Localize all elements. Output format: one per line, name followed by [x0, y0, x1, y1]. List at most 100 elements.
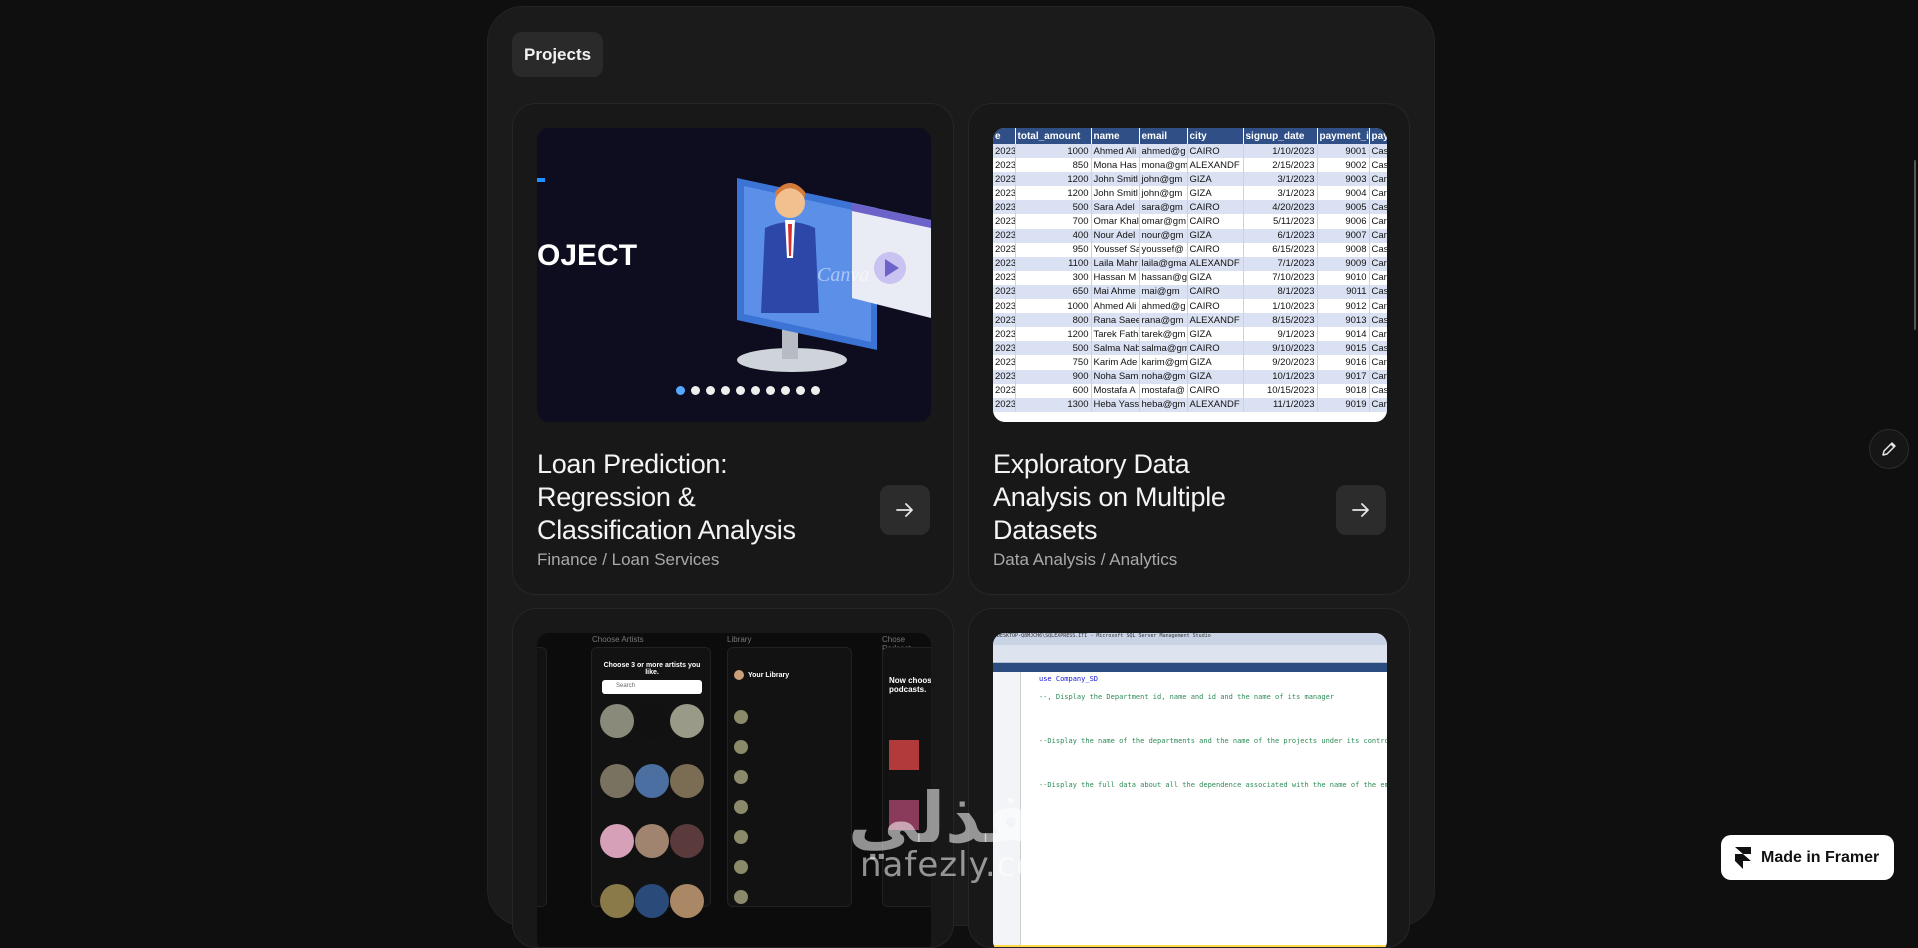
- sheet-cell: 1100: [1015, 256, 1092, 271]
- sheet-cell: 9011: [1317, 284, 1370, 300]
- spreadsheet-preview: e total_amount name email city signup_date pay…: [993, 128, 1387, 422]
- carousel-dot[interactable]: [781, 386, 790, 395]
- sheet-cell: Cas: [1369, 284, 1387, 300]
- sheet-cell: 700: [1015, 214, 1092, 229]
- sheet-row: 2023 950 Youssef Sa youssef@ CAIRO 6/15/2023 9…: [993, 242, 1387, 257]
- sheet-cell: 4/20/2023: [1243, 200, 1318, 215]
- sheet-cell: mai@gm: [1139, 284, 1188, 300]
- sheet-cell: GIZA: [1187, 355, 1244, 370]
- sheet-cell: Mona Has: [1091, 158, 1140, 173]
- sheet-row: 2023 300 Hassan Mhassan@g GIZA 7/10/2023 9010…: [993, 270, 1387, 285]
- carousel-dot[interactable]: [706, 386, 715, 395]
- sheet-cell: Rana Saee: [1091, 313, 1140, 328]
- sheet-cell: 2023: [993, 341, 1016, 356]
- sheet-cell: nour@gm: [1139, 228, 1188, 243]
- sheet-cell: CAIRO: [1187, 299, 1244, 314]
- sheet-cell: 2023: [993, 355, 1016, 370]
- sheet-cell: Karim Ade: [1091, 355, 1140, 370]
- edit-button[interactable]: [1869, 429, 1909, 469]
- sheet-cell: 9017: [1317, 369, 1370, 384]
- sheet-cell: 500: [1015, 341, 1092, 356]
- sheet-cell: hassan@g: [1139, 270, 1188, 285]
- carousel-dot[interactable]: [736, 386, 745, 395]
- sheet-cell: 3/1/2023: [1243, 172, 1318, 187]
- sql-line: FROM Departments D JOIN Employee E: [1039, 710, 1183, 719]
- sheet-cell: 600: [1015, 383, 1092, 398]
- carousel-dot[interactable]: [766, 386, 775, 395]
- sheet-cell: noha@gm: [1139, 369, 1188, 384]
- sql-code: use Company_SD --, Display the Department…: [1039, 675, 1387, 816]
- sheet-cell: GIZA: [1187, 270, 1244, 285]
- sheet-cell: 1000: [1015, 299, 1092, 314]
- sheet-cell: 9003: [1317, 172, 1370, 187]
- arrow-right-icon: [896, 503, 913, 517]
- scrollbar-thumb[interactable]: [1914, 160, 1916, 330]
- project-card-eda[interactable]: e total_amount name email city signup_date pay…: [968, 103, 1410, 595]
- project-card-loan-prediction[interactable]: OJECT Canva Loan Prediction: Regression …: [512, 103, 954, 595]
- sql-line: SELECT D.Dnum,D.Dname,D.MGRSSN,E.Fname +…: [1039, 701, 1335, 710]
- carousel-dot[interactable]: [811, 386, 820, 395]
- sheet-cell: Ahmed Ali: [1091, 299, 1140, 314]
- project-title[interactable]: Exploratory Data Analysis on Multiple Da…: [993, 448, 1293, 547]
- sheet-cell: Cas: [1369, 242, 1387, 257]
- open-project-button[interactable]: [1336, 485, 1386, 535]
- project-category: Data Analysis / Analytics: [993, 550, 1178, 569]
- sheet-cell: 2023: [993, 256, 1016, 271]
- sheet-cell: 9008: [1317, 242, 1370, 257]
- sheet-cell: Salma Nab: [1091, 341, 1140, 356]
- phone-screen-artists: Choose 3 or more artists you like. Searc…: [591, 647, 711, 918]
- sheet-cell: CAIRO: [1187, 383, 1244, 398]
- sheet-cell: CAIRO: [1187, 200, 1244, 215]
- screen-label: Library: [727, 635, 752, 644]
- sql-line: use Company_SD: [1039, 675, 1099, 683]
- sheet-row: 2023 600 Mostafa Amostafa@ CAIRO 10/15/2023 9…: [993, 383, 1387, 398]
- sheet-column-header: name: [1091, 128, 1140, 144]
- sheet-cell: 2023: [993, 242, 1016, 257]
- sheet-cell: sara@gm: [1139, 200, 1188, 215]
- sheet-cell: 11/1/2023: [1243, 397, 1318, 412]
- sheet-cell: 1200: [1015, 327, 1092, 342]
- sheet-cell: ahmed@g: [1139, 299, 1188, 314]
- sheet-cell: 2023: [993, 299, 1016, 314]
- sheet-cell: Cas: [1369, 341, 1387, 356]
- sheet-column-header: total_amount: [1015, 128, 1092, 144]
- sheet-cell: ALEXANDF: [1187, 397, 1244, 412]
- made-in-framer-badge[interactable]: Made in Framer: [1721, 835, 1894, 880]
- carousel-dot[interactable]: [721, 386, 730, 395]
- sql-line: select D.Dname , P.Pname: [1039, 745, 1141, 754]
- sheet-cell: 7/1/2023: [1243, 256, 1318, 271]
- carousel-dot-active[interactable]: [676, 386, 685, 395]
- pencil-icon: [1882, 442, 1896, 456]
- sheet-cell: Car: [1369, 355, 1387, 370]
- sheet-cell: Mai Ahme: [1091, 284, 1140, 300]
- sheet-cell: CAIRO: [1187, 144, 1244, 159]
- carousel-dot[interactable]: [751, 386, 760, 395]
- sheet-cell: Cas: [1369, 383, 1387, 398]
- sheet-cell: Mostafa A: [1091, 383, 1140, 398]
- sheet-column-header: city: [1187, 128, 1244, 144]
- phone-screen-left: [537, 647, 547, 907]
- sql-line: --Display the name of the departments an…: [1039, 736, 1387, 745]
- sheet-cell: 9/20/2023: [1243, 355, 1318, 370]
- open-project-button[interactable]: [880, 485, 930, 535]
- sheet-row: 2023 500 Salma Nab salma@gm CAIRO 9/10/2023 90…: [993, 341, 1387, 356]
- sheet-cell: 9001: [1317, 144, 1370, 159]
- sheet-cell: 1300: [1015, 397, 1092, 412]
- sheet-cell: 2023: [993, 284, 1016, 300]
- sheet-cell: Car: [1369, 397, 1387, 412]
- sheet-cell: Hassan M: [1091, 270, 1140, 285]
- carousel-dot[interactable]: [691, 386, 700, 395]
- sheet-cell: GIZA: [1187, 327, 1244, 342]
- sheet-cell: 2023: [993, 214, 1016, 229]
- project-thumbnail: e total_amount name email city signup_date pay…: [993, 128, 1387, 422]
- carousel-dot[interactable]: [796, 386, 805, 395]
- sheet-cell: Car: [1369, 186, 1387, 201]
- sheet-cell: Cas: [1369, 313, 1387, 328]
- sheet-cell: 850: [1015, 158, 1092, 173]
- sheet-cell: 1000: [1015, 144, 1092, 159]
- sheet-cell: Tarek Fath: [1091, 327, 1140, 342]
- project-title[interactable]: Loan Prediction: Regression & Classifica…: [537, 448, 837, 547]
- sheet-cell: ALEXANDF: [1187, 313, 1244, 328]
- sheet-cell: 9002: [1317, 158, 1370, 173]
- framer-logo-icon: [1735, 846, 1751, 869]
